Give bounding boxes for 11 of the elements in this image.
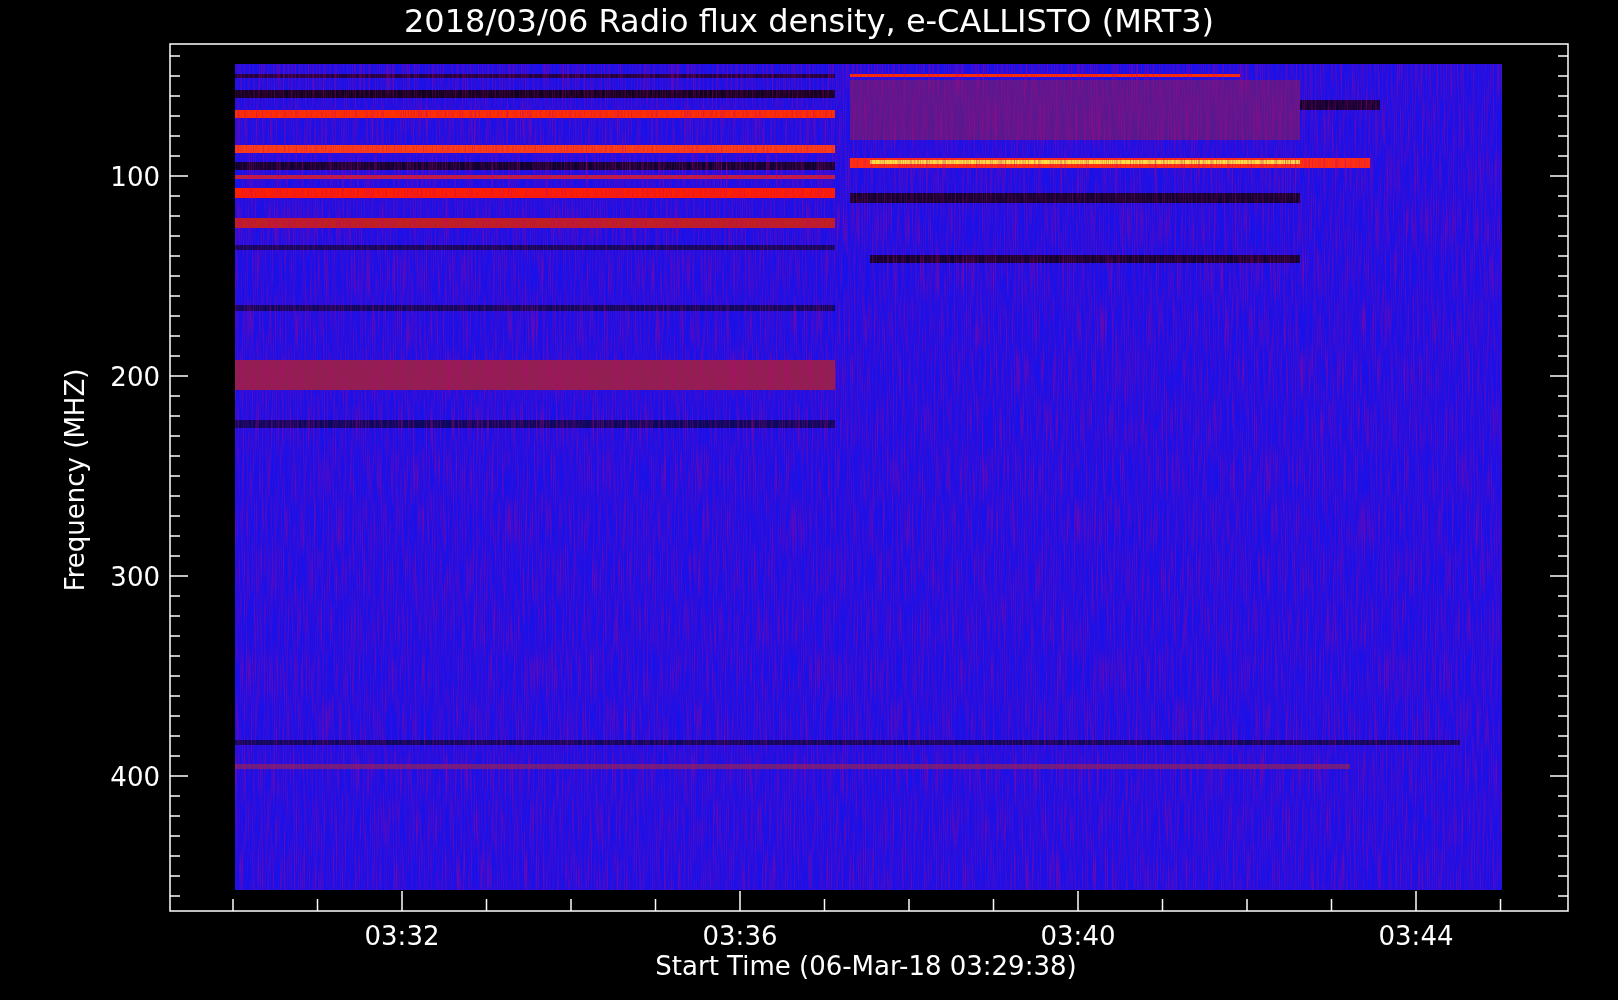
x-tick-label: 03:32 <box>364 921 440 951</box>
x-tick-label: 03:44 <box>1378 921 1454 951</box>
y-tick-label: 200 <box>110 362 160 392</box>
y-tick-label: 400 <box>110 762 160 792</box>
y-tick-label: 100 <box>110 162 160 192</box>
chart-title: 2018/03/06 Radio flux density, e-CALLISTO (MRT3) <box>403 2 1215 40</box>
y-axis-title: Frequency (MHZ) <box>60 368 90 592</box>
x-axis-title: Start Time (06-Mar-18 03:29:38) <box>655 951 1077 981</box>
x-tick-label: 03:36 <box>702 921 778 951</box>
x-tick-label: 03:40 <box>1040 921 1116 951</box>
y-tick-label: 300 <box>110 562 160 592</box>
